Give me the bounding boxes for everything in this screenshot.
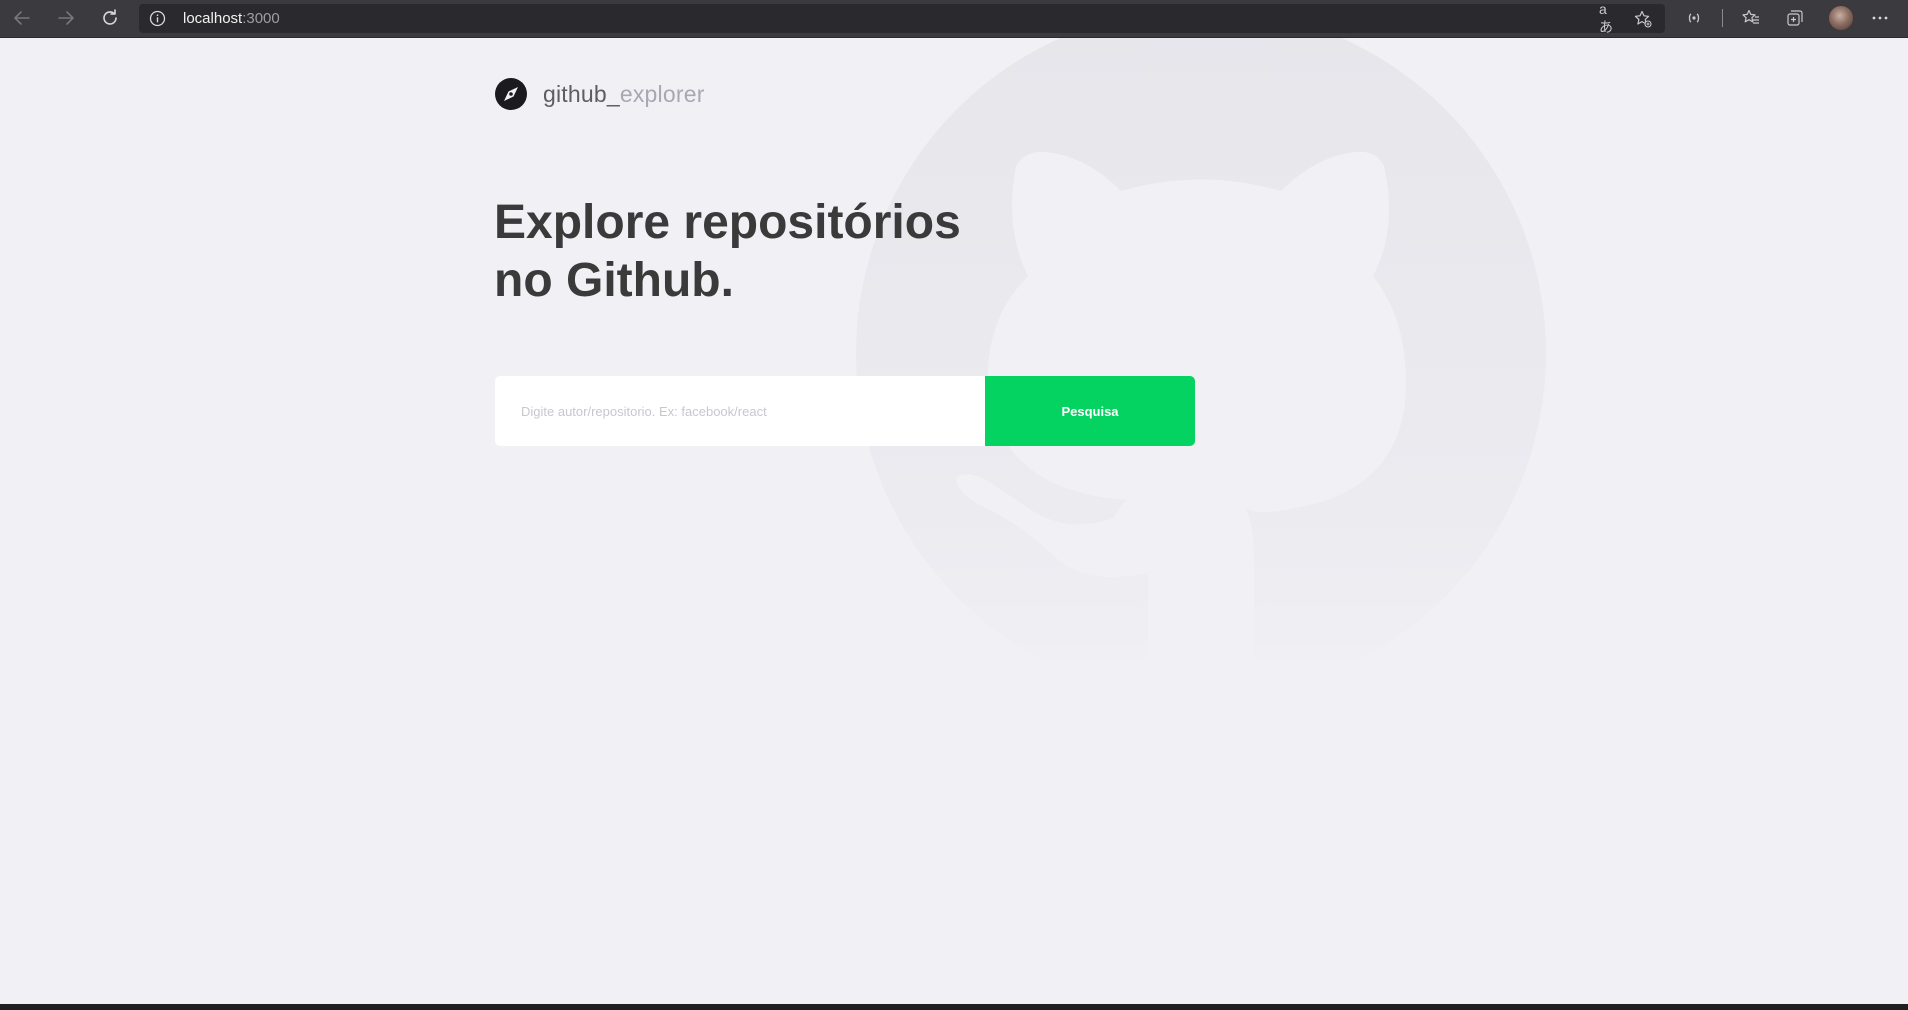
url-text[interactable]: localhost:3000 xyxy=(183,10,280,27)
info-icon[interactable] xyxy=(149,10,166,27)
toolbar-divider xyxy=(1722,9,1723,27)
brand-name-main: github_ xyxy=(543,80,620,107)
brand-name-light: explorer xyxy=(619,80,705,107)
extension-icon[interactable] xyxy=(1680,4,1708,32)
url-port: :3000 xyxy=(242,10,280,27)
collections-icon[interactable] xyxy=(1781,4,1809,32)
forward-arrow-icon[interactable] xyxy=(52,4,80,32)
page-content: github_explorer Explore repositórios no … xyxy=(0,38,1908,1004)
search-button[interactable]: Pesquisa xyxy=(985,376,1195,446)
brand-name: github_explorer xyxy=(543,81,705,108)
reload-icon[interactable] xyxy=(96,4,124,32)
more-icon[interactable] xyxy=(1866,4,1894,32)
brand-logo[interactable]: github_explorer xyxy=(494,77,705,111)
bottom-edge xyxy=(0,1004,1908,1010)
translate-icon[interactable]: aあ xyxy=(1599,1,1619,35)
browser-toolbar: localhost:3000 aあ xyxy=(0,0,1908,38)
favorite-add-icon[interactable] xyxy=(1633,9,1653,29)
avatar[interactable] xyxy=(1829,6,1853,30)
search-form: Pesquisa xyxy=(495,376,1195,446)
title-line-2: no Github. xyxy=(494,254,734,307)
address-bar[interactable]: localhost:3000 aあ xyxy=(139,1,1665,35)
url-host: localhost xyxy=(183,10,243,27)
back-arrow-icon[interactable] xyxy=(8,4,36,32)
github-octocat-watermark xyxy=(856,38,1546,658)
compass-icon xyxy=(495,78,527,110)
page-title: Explore repositórios no Github. xyxy=(494,194,1014,310)
search-input[interactable] xyxy=(495,376,985,446)
title-line-1: Explore repositórios xyxy=(494,196,961,249)
favorites-icon[interactable] xyxy=(1737,4,1765,32)
